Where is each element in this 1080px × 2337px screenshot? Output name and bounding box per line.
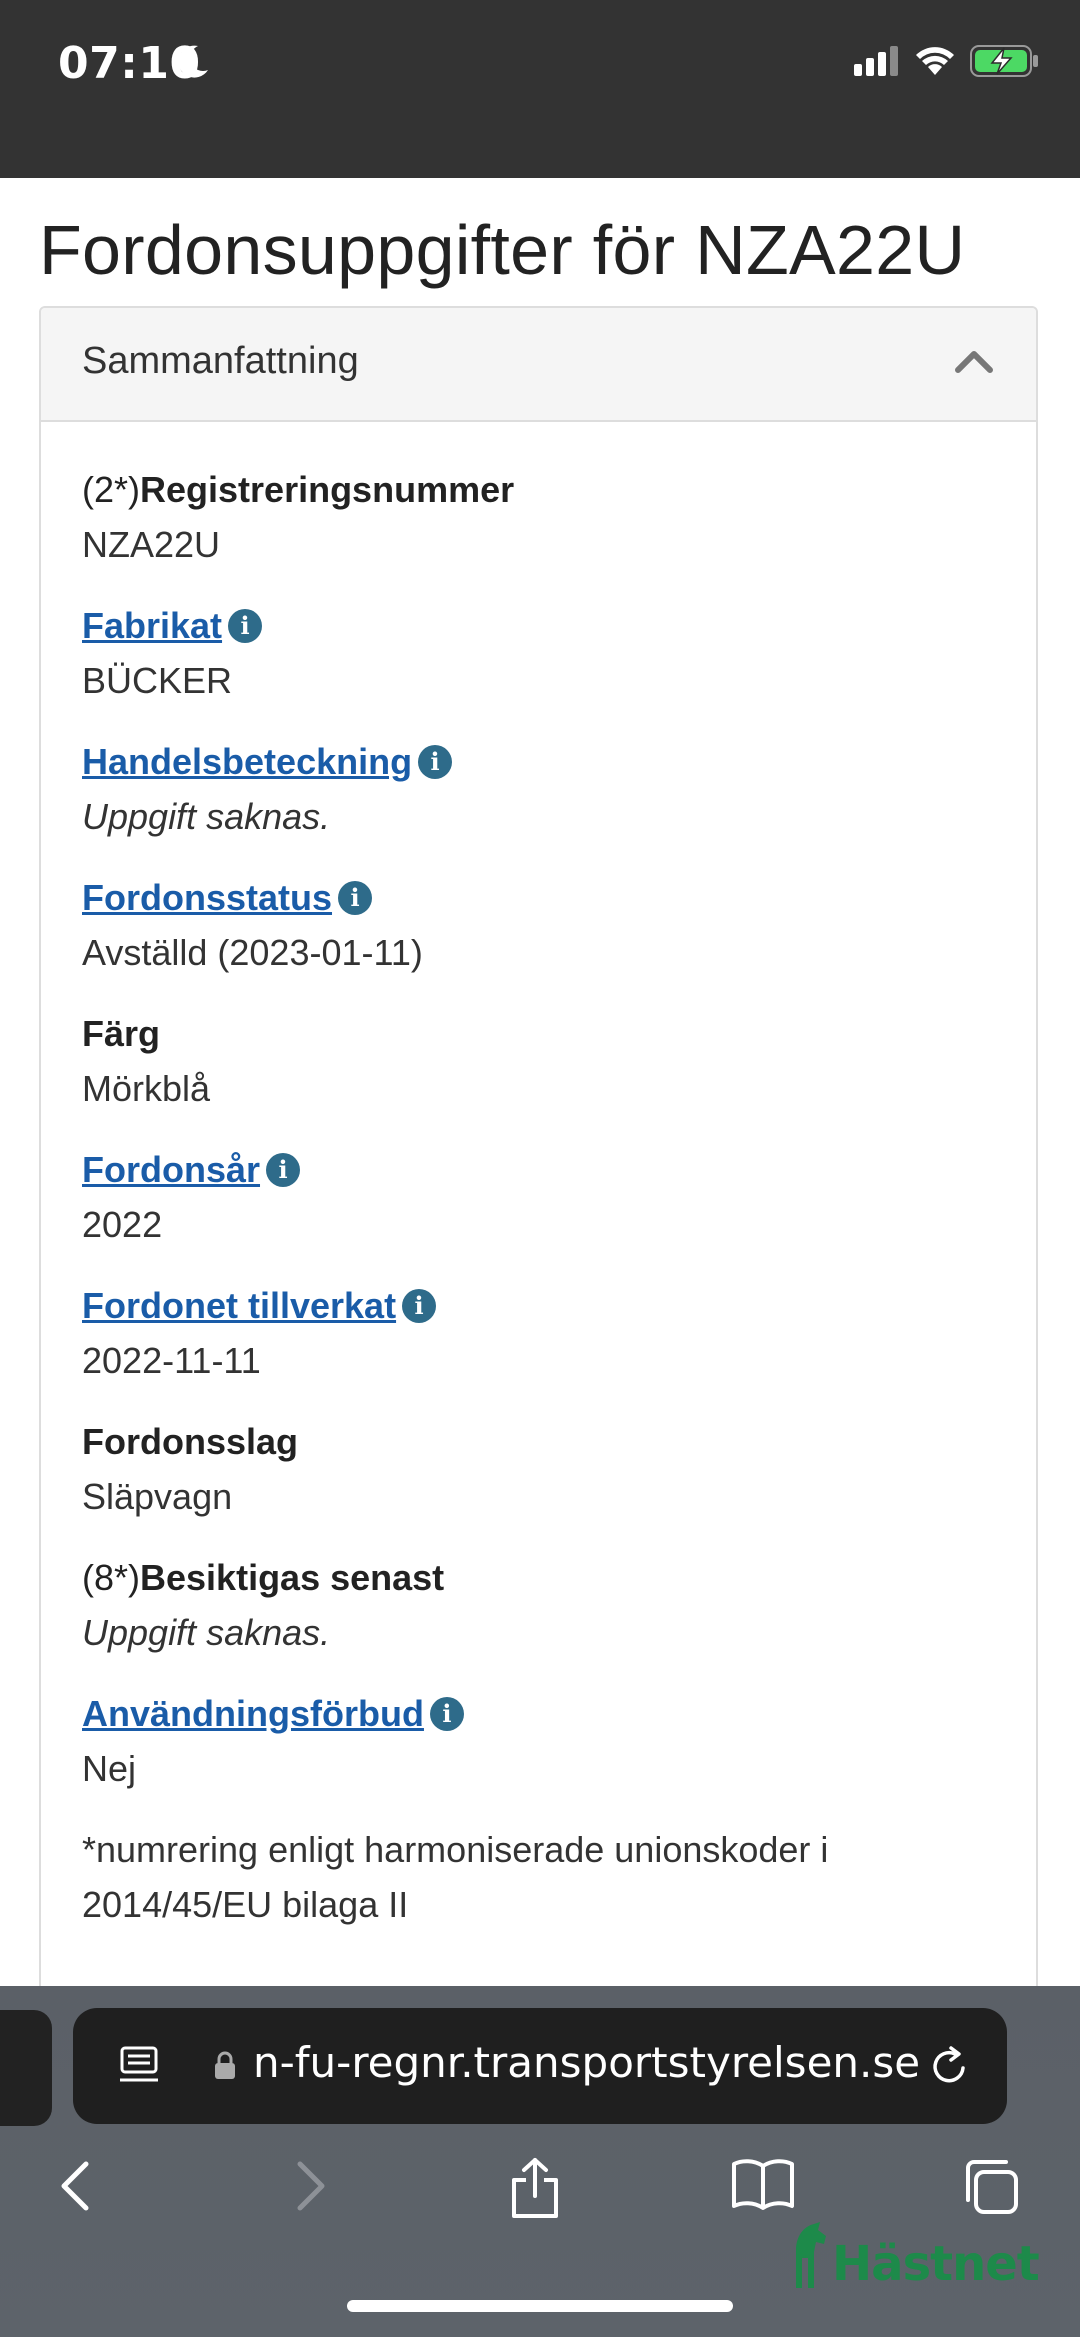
field-value: Nej (82, 1748, 137, 1789)
info-icon[interactable]: i (266, 1152, 301, 1187)
field-label: Besiktigas senast (140, 1557, 445, 1598)
field-value: Uppgift saknas. (82, 1612, 331, 1653)
fordonsar-link[interactable]: Fordonsår (82, 1142, 260, 1197)
status-bar: 07:10 (0, 0, 1080, 178)
field-value: 2022 (82, 1204, 163, 1245)
cellular-signal-icon (854, 46, 898, 76)
field-prefix: (2*) (82, 469, 141, 510)
panel-heading: Sammanfattning (82, 340, 359, 382)
forward-icon[interactable] (290, 2156, 330, 2216)
previous-tab-preview[interactable] (0, 2010, 52, 2126)
footnote: *numrering enligt harmoniserade unionsko… (82, 1829, 829, 1925)
field-fordonsslag: Fordonsslag Släpvagn (82, 1414, 995, 1524)
field-value: Mörkblå (82, 1068, 211, 1109)
field-value: Släpvagn (82, 1476, 233, 1517)
anvandningsforbud-link[interactable]: Användningsförbud (82, 1686, 424, 1741)
back-icon[interactable] (56, 2156, 96, 2216)
share-icon[interactable] (508, 2156, 562, 2220)
fabrikat-link[interactable]: Fabrikat (82, 598, 222, 653)
field-label: Registreringsnummer (140, 469, 515, 510)
page-title: Fordonsuppgifter för NZA22U (39, 211, 966, 289)
info-icon[interactable]: i (418, 744, 453, 779)
chevron-up-icon[interactable] (954, 348, 994, 374)
moon-icon (178, 45, 208, 78)
field-label: Färg (82, 1013, 161, 1054)
field-fabrikat: Fabrikat i BÜCKER (82, 598, 995, 708)
field-label: Fordonsslag (82, 1421, 299, 1462)
field-anvandningsforbud: Användningsförbud i Nej (82, 1686, 995, 1796)
address-bar[interactable]: n-fu-regnr.transportstyrelsen.se (73, 2008, 1007, 2124)
page-menu-icon[interactable] (118, 2044, 162, 2088)
field-handelsbeteckning: Handelsbeteckning i Uppgift saknas. (82, 734, 995, 844)
field-registreringsnummer: (2*) Registreringsnummer NZA22U (82, 462, 995, 572)
info-icon[interactable]: i (429, 1696, 464, 1731)
bookmarks-icon[interactable] (730, 2156, 796, 2212)
status-icons (854, 44, 1040, 78)
hastnet-watermark: Hästnet (790, 2222, 1040, 2292)
lock-icon (215, 2051, 235, 2079)
panel-body: (2*) Registreringsnummer NZA22U Fabrikat i… (41, 422, 1036, 1932)
field-value: Uppgift saknas. (82, 796, 331, 837)
fordonsstatus-link[interactable]: Fordonsstatus (82, 870, 332, 925)
url-text[interactable]: n-fu-regnr.transportstyrelsen.se (253, 2038, 920, 2087)
battery-charging-icon (970, 45, 1038, 77)
info-icon[interactable]: i (402, 1288, 437, 1323)
handelsbeteckning-link[interactable]: Handelsbeteckning (82, 734, 412, 789)
field-fordonet-tillverkat: Fordonet tillverkat i 2022-11-11 (82, 1278, 995, 1388)
field-farg: Färg Mörkblå (82, 1006, 995, 1116)
field-besiktigas-senast: (8*) Besiktigas senast Uppgift saknas. (82, 1550, 995, 1660)
watermark-text: Hästnet (832, 2236, 1040, 2292)
field-value: NZA22U (82, 524, 221, 565)
field-fordonsstatus: Fordonsstatus i Avställd (2023-01-11) (82, 870, 995, 980)
field-prefix: (8*) (82, 1557, 141, 1598)
info-icon[interactable]: i (338, 880, 373, 915)
field-value: 2022-11-11 (82, 1340, 261, 1381)
field-fordonsar: Fordonsår i 2022 (82, 1142, 995, 1252)
tabs-icon[interactable] (960, 2156, 1022, 2218)
reload-icon[interactable] (929, 2044, 971, 2088)
summary-panel: Sammanfattning (2*) Registreringsnummer N… (39, 306, 1038, 2006)
info-icon[interactable]: i (228, 608, 263, 643)
panel-header-toggle[interactable]: Sammanfattning (41, 308, 1036, 422)
home-indicator[interactable] (347, 2300, 733, 2312)
wifi-icon (916, 47, 954, 75)
fordonet-tillverkat-link[interactable]: Fordonet tillverkat (82, 1278, 396, 1333)
field-value: Avställd (2023-01-11) (82, 932, 423, 973)
horse-logo-icon (796, 2222, 826, 2288)
field-value: BÜCKER (82, 660, 233, 701)
